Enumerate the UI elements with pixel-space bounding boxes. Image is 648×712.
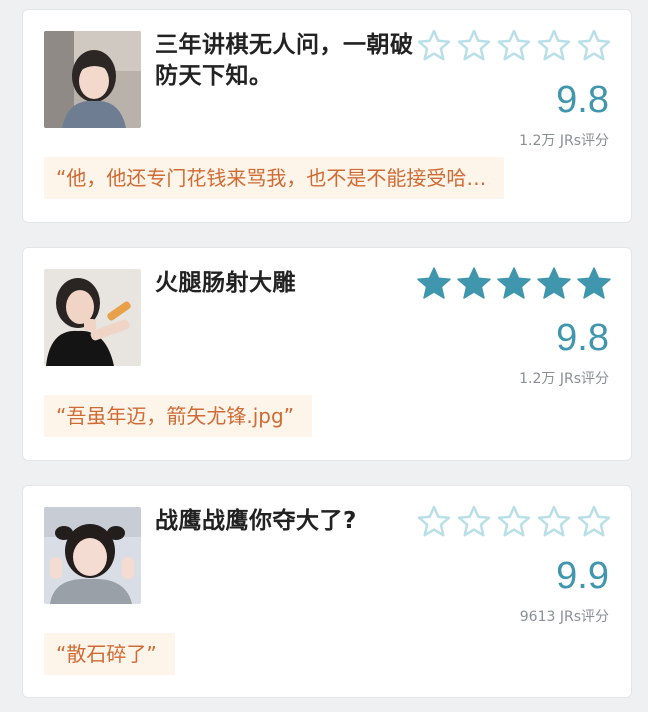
rating-card[interactable]: 三年讲棋无人问，一朝破防天下知。 9.8 1.2万 JRs评分 “他，他还专门花… bbox=[22, 9, 632, 223]
rating-count: 9613 JRs评分 bbox=[519, 609, 609, 625]
score-value: 9.8 bbox=[556, 79, 609, 121]
star-icon[interactable] bbox=[496, 28, 532, 64]
star-icon[interactable] bbox=[416, 504, 452, 540]
star-icon[interactable] bbox=[456, 28, 492, 64]
star-rating[interactable] bbox=[416, 28, 612, 68]
star-icon[interactable] bbox=[576, 28, 612, 64]
rating-count: 1.2万 JRs评分 bbox=[519, 371, 609, 387]
star-icon[interactable] bbox=[456, 266, 492, 302]
quote-comment[interactable]: “散石碎了” bbox=[44, 633, 175, 675]
score-value: 9.8 bbox=[556, 317, 609, 359]
star-icon[interactable] bbox=[576, 266, 612, 302]
quote-comment[interactable]: “他，他还专门花钱来骂我，也不是不能接受哈… bbox=[44, 157, 505, 199]
star-rating[interactable] bbox=[416, 266, 612, 306]
avatar[interactable] bbox=[44, 507, 141, 604]
star-rating[interactable] bbox=[416, 504, 612, 544]
star-icon[interactable] bbox=[536, 266, 572, 302]
star-icon[interactable] bbox=[456, 504, 492, 540]
star-icon[interactable] bbox=[496, 504, 532, 540]
star-icon[interactable] bbox=[416, 266, 452, 302]
quote-comment[interactable]: “吾虽年迈，箭矢尤锋.jpg” bbox=[44, 395, 313, 437]
star-icon[interactable] bbox=[416, 28, 452, 64]
card-title: 战鹰战鹰你夺大了? bbox=[155, 508, 357, 534]
star-icon[interactable] bbox=[576, 504, 612, 540]
card-title: 火腿肠射大雕 bbox=[155, 270, 296, 296]
rating-list: 三年讲棋无人问，一朝破防天下知。 9.8 1.2万 JRs评分 “他，他还专门花… bbox=[0, 0, 648, 712]
avatar[interactable] bbox=[44, 269, 141, 366]
card-title: 三年讲棋无人问，一朝破防天下知。 bbox=[155, 32, 414, 89]
rating-count: 1.2万 JRs评分 bbox=[519, 133, 609, 149]
star-icon[interactable] bbox=[536, 28, 572, 64]
rating-card[interactable]: 火腿肠射大雕 9.8 1.2万 JRs评分 “吾虽年迈，箭矢尤锋.jpg” bbox=[22, 247, 632, 461]
star-icon[interactable] bbox=[496, 266, 532, 302]
rating-card[interactable]: 战鹰战鹰你夺大了? 9.9 9613 JRs评分 “散石碎了” bbox=[22, 485, 632, 698]
score-value: 9.9 bbox=[556, 555, 609, 597]
avatar[interactable] bbox=[44, 31, 141, 128]
star-icon[interactable] bbox=[536, 504, 572, 540]
